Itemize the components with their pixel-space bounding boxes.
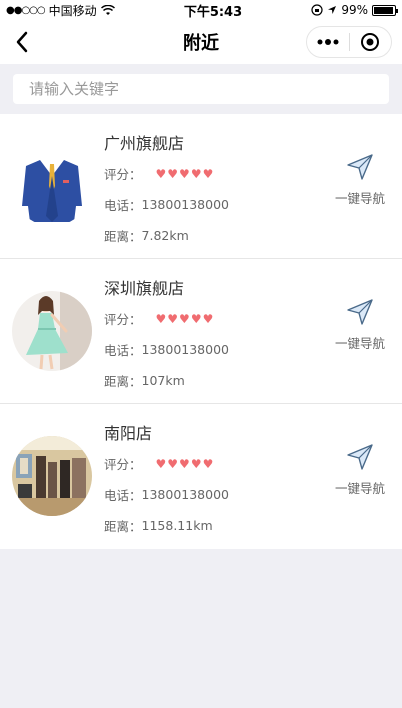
phone-value[interactable]: 13800138000: [142, 342, 229, 357]
heart-icon: ♥: [167, 311, 179, 326]
distance-value: 7.82km: [141, 228, 189, 243]
rating-label: 评分：: [104, 312, 142, 327]
heart-icon: ♥: [179, 456, 190, 471]
rating-hearts: ♥ ♥ ♥ ♥ ♥: [156, 457, 214, 471]
store-image-interior: [12, 436, 92, 516]
heart-icon: ♥: [155, 166, 167, 181]
battery-label: 99%: [341, 3, 368, 17]
distance-row: 距离： 1158.11km: [104, 516, 213, 535]
chevron-left-icon: [16, 31, 28, 53]
phone-row: 电话： 13800138000: [104, 485, 229, 504]
phone-row: 电话： 13800138000: [104, 195, 229, 214]
distance-row: 距离： 7.82km: [104, 226, 189, 245]
navigate-button[interactable]: 一键导航: [332, 297, 388, 352]
navigation-bar: 附近: [0, 20, 402, 64]
rotation-lock-icon: [311, 4, 323, 16]
heart-icon: ♥: [190, 456, 202, 471]
status-bar: ●●○○○ 中国移动 下午5:43 99%: [0, 0, 402, 20]
heart-icon: ♥: [202, 311, 214, 326]
heart-icon: ♥: [190, 166, 202, 181]
phone-row: 电话： 13800138000: [104, 340, 229, 359]
heart-icon: ♥: [190, 311, 202, 326]
phone-label: 电话：: [104, 488, 142, 503]
store-image-dress: [12, 291, 92, 371]
rating-row: 评分： ♥ ♥ ♥ ♥ ♥: [104, 309, 213, 328]
phone-label: 电话：: [104, 343, 142, 358]
phone-label: 电话：: [104, 198, 142, 213]
mini-program-capsule: [306, 26, 392, 58]
send-arrow-icon: [347, 299, 373, 325]
navigate-label: 一键导航: [334, 191, 385, 206]
send-arrow-icon: [347, 444, 373, 470]
location-icon: [328, 6, 337, 14]
rating-row: 评分： ♥ ♥ ♥ ♥ ♥: [104, 164, 213, 183]
store-name: 广州旗舰店: [104, 134, 185, 153]
wifi-icon: [100, 4, 115, 15]
more-button[interactable]: [307, 27, 349, 57]
send-arrow-icon: [347, 154, 373, 180]
heart-icon: ♥: [179, 311, 190, 326]
distance-row: 距离： 107km: [104, 371, 185, 390]
store-image-suit: [12, 146, 92, 226]
phone-value[interactable]: 13800138000: [142, 487, 229, 502]
distance-value: 107km: [141, 373, 185, 388]
navigate-label: 一键导航: [334, 481, 385, 496]
phone-value[interactable]: 13800138000: [142, 197, 229, 212]
store-list: 广州旗舰店 评分： ♥ ♥ ♥ ♥ ♥ 电话： 13800138000 距离： 7.82…: [0, 114, 402, 549]
store-item[interactable]: 深圳旗舰店 评分： ♥ ♥ ♥ ♥ ♥ 电话： 13800138000 距离： 107k…: [0, 259, 402, 404]
distance-label: 距离：: [104, 229, 142, 244]
distance-value: 1158.11km: [141, 518, 213, 533]
search-input[interactable]: [13, 74, 389, 104]
heart-icon: ♥: [179, 166, 190, 181]
status-time: 下午5:43: [183, 4, 243, 20]
heart-icon: ♥: [155, 456, 167, 471]
heart-icon: ♥: [202, 456, 214, 471]
navigate-button[interactable]: 一键导航: [332, 442, 388, 497]
carrier-label: 中国移动: [48, 3, 97, 18]
rating-hearts: ♥ ♥ ♥ ♥ ♥: [156, 167, 214, 181]
heart-icon: ♥: [202, 166, 214, 181]
navigate-button[interactable]: 一键导航: [332, 152, 388, 207]
heart-icon: ♥: [155, 311, 167, 326]
search-bar: [0, 64, 402, 114]
heart-icon: ♥: [167, 456, 179, 471]
page-title: 附近: [183, 33, 219, 54]
rating-label: 评分：: [104, 457, 142, 472]
distance-label: 距离：: [104, 374, 142, 389]
store-name: 南阳店: [104, 424, 153, 443]
store-item[interactable]: 广州旗舰店 评分： ♥ ♥ ♥ ♥ ♥ 电话： 13800138000 距离： 7.82…: [0, 114, 402, 259]
rating-hearts: ♥ ♥ ♥ ♥ ♥: [156, 312, 214, 326]
close-program-button[interactable]: [350, 27, 392, 57]
rating-row: 评分： ♥ ♥ ♥ ♥ ♥: [104, 454, 213, 473]
store-name: 深圳旗舰店: [104, 279, 185, 298]
rating-label: 评分：: [104, 167, 142, 182]
target-icon: [361, 33, 380, 51]
signal-icon: ●●○○○: [6, 4, 46, 16]
more-dots-icon: [317, 39, 339, 45]
distance-label: 距离：: [104, 519, 142, 534]
navigate-label: 一键导航: [334, 336, 385, 351]
store-item[interactable]: 南阳店 评分： ♥ ♥ ♥ ♥ ♥ 电话： 13800138000 距离： 1158.1…: [0, 404, 402, 549]
battery-icon: [371, 4, 398, 16]
heart-icon: ♥: [167, 166, 179, 181]
back-button[interactable]: [8, 28, 36, 56]
